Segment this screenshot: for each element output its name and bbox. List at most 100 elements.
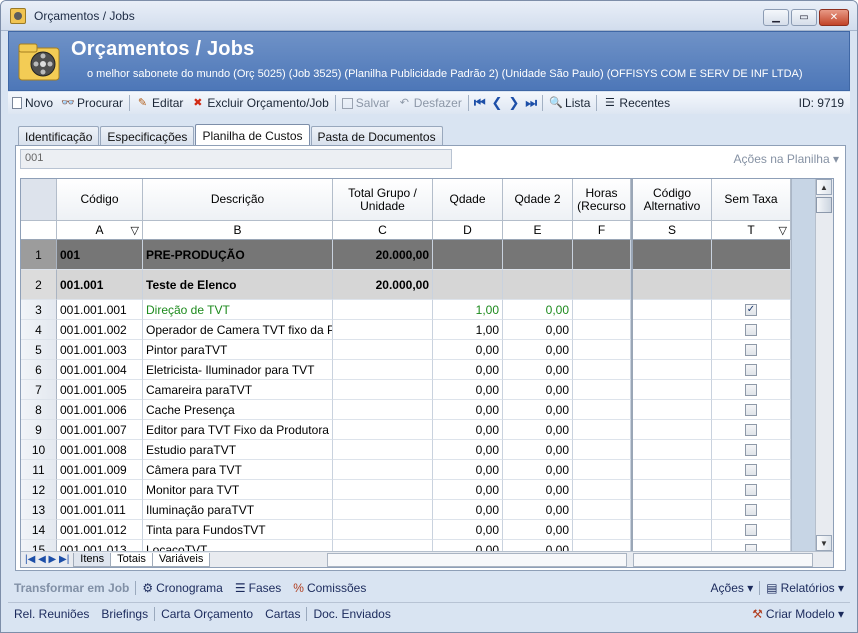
cell-total[interactable] (333, 340, 433, 360)
cell-codigo-alternativo[interactable] (633, 460, 712, 480)
cell-descricao[interactable]: Teste de Elenco (143, 270, 333, 300)
cell-codigo-alternativo[interactable] (633, 320, 712, 340)
cell-codigo[interactable]: 001.001 (57, 270, 143, 300)
cell-codigo[interactable]: 001.001.003 (57, 340, 143, 360)
sem-taxa-checkbox[interactable] (745, 443, 757, 456)
cell-qdade[interactable]: 0,00 (433, 380, 503, 400)
cell-qdade2[interactable]: 0,00 (503, 440, 573, 460)
header-sem-taxa[interactable]: Sem Taxa (712, 179, 791, 221)
cell-sem-taxa[interactable] (712, 440, 791, 460)
horizontal-scrollbar-right[interactable] (633, 553, 813, 567)
cell-total[interactable] (333, 520, 433, 540)
cell-sem-taxa[interactable] (712, 380, 791, 400)
cell-descricao[interactable]: Cache Presença (143, 400, 333, 420)
tab-itens[interactable]: Itens (73, 552, 112, 567)
cell-descricao[interactable]: Tinta para FundosTVT (143, 520, 333, 540)
transform-job-button[interactable]: Transformar em Job (8, 581, 135, 595)
sem-taxa-checkbox[interactable] (745, 543, 757, 551)
cell-qdade2[interactable]: 0,00 (503, 520, 573, 540)
save-button[interactable]: Salvar (338, 93, 394, 113)
cell-descricao[interactable]: LocaçoTVT (143, 540, 333, 551)
cell-total[interactable] (333, 380, 433, 400)
cell-descricao[interactable]: Monitor para TVT (143, 480, 333, 500)
cell-qdade2[interactable] (503, 270, 573, 300)
cell-sem-taxa[interactable] (712, 240, 791, 270)
cell-codigo-alternativo[interactable] (633, 440, 712, 460)
search-button[interactable]: 👓 Procurar (57, 93, 127, 113)
tab-variaveis[interactable]: Variáveis (151, 552, 211, 567)
filter-icon[interactable]: ▽ (131, 224, 139, 237)
cell-codigo[interactable]: 001.001.008 (57, 440, 143, 460)
schedule-button[interactable]: ⚙ Cronograma (136, 581, 228, 595)
scroll-up-icon[interactable]: ▲ (816, 179, 832, 195)
cell-descricao[interactable]: Eletricista- Iluminador para TVT (143, 360, 333, 380)
sent-docs-link[interactable]: Doc. Enviados (307, 607, 396, 621)
delete-button[interactable]: ✖ Excluir Orçamento/Job (187, 93, 332, 113)
cell-qdade2[interactable]: 0,00 (503, 500, 573, 520)
letter-c[interactable]: C (333, 221, 433, 240)
cell-descricao[interactable]: Direção de TVT (143, 300, 333, 320)
cell-descricao[interactable]: Estudio paraTVT (143, 440, 333, 460)
cell-horas[interactable] (573, 500, 631, 520)
letter-f[interactable]: F (573, 221, 631, 240)
cell-codigo-alternativo[interactable] (633, 380, 712, 400)
cell-qdade2[interactable]: 0,00 (503, 480, 573, 500)
cell-descricao[interactable]: Iluminação paraTVT (143, 500, 333, 520)
cell-total[interactable]: 20.000,00 (333, 270, 433, 300)
cell-horas[interactable] (573, 520, 631, 540)
cell-qdade[interactable]: 0,00 (433, 400, 503, 420)
cell-total[interactable] (333, 400, 433, 420)
cell-qdade[interactable]: 1,00 (433, 320, 503, 340)
cell-qdade[interactable]: 0,00 (433, 360, 503, 380)
letter-s[interactable]: S (633, 221, 712, 240)
list-button[interactable]: 🔍 Lista (545, 93, 594, 113)
cell-codigo-alternativo[interactable] (633, 480, 712, 500)
first-record-icon[interactable]: ⏮ (471, 95, 489, 111)
last-record-icon[interactable]: ⏭ (522, 95, 540, 111)
sem-taxa-checkbox[interactable] (745, 383, 757, 396)
sem-taxa-checkbox[interactable] (745, 423, 757, 436)
cell-horas[interactable] (573, 320, 631, 340)
sem-taxa-checkbox[interactable] (745, 523, 757, 536)
next-record-icon[interactable]: ❯ (505, 95, 522, 111)
cell-qdade[interactable] (433, 270, 503, 300)
recent-button[interactable]: ☰ Recentes (599, 93, 674, 113)
cell-codigo[interactable]: 001.001.010 (57, 480, 143, 500)
previous-record-icon[interactable]: ❮ (489, 95, 506, 111)
sheet-nav-arrows[interactable]: |◀ ◀ ▶ ▶| (21, 554, 73, 565)
sem-taxa-checkbox[interactable] (745, 463, 757, 476)
cell-codigo[interactable]: 001 (57, 240, 143, 270)
header-horas[interactable]: Horas (Recurso (573, 179, 631, 221)
cell-codigo[interactable]: 001.001.002 (57, 320, 143, 340)
cell-codigo[interactable]: 001.001.012 (57, 520, 143, 540)
scroll-thumb[interactable] (816, 197, 832, 213)
minimize-button[interactable]: ▁ (763, 9, 789, 26)
letter-e[interactable]: E (503, 221, 573, 240)
cell-qdade2[interactable]: 0,00 (503, 320, 573, 340)
cell-qdade2[interactable]: 0,00 (503, 420, 573, 440)
cell-descricao[interactable]: Operador de Camera TVT fixo da Prod (143, 320, 333, 340)
sem-taxa-checkbox[interactable] (745, 403, 757, 416)
tab-planilha-custos[interactable]: Planilha de Custos (195, 124, 310, 146)
cell-codigo[interactable]: 001.001.005 (57, 380, 143, 400)
cell-codigo-alternativo[interactable] (633, 340, 712, 360)
cell-qdade[interactable]: 0,00 (433, 440, 503, 460)
cell-sem-taxa[interactable] (712, 320, 791, 340)
cell-codigo[interactable]: 001.001.006 (57, 400, 143, 420)
cell-qdade[interactable]: 0,00 (433, 540, 503, 551)
cell-codigo[interactable]: 001.001.004 (57, 360, 143, 380)
cell-codigo-alternativo[interactable] (633, 500, 712, 520)
horizontal-scrollbar-left[interactable] (327, 553, 627, 567)
meeting-reports-link[interactable]: Rel. Reuniões (8, 607, 95, 621)
cell-codigo-alternativo[interactable] (633, 240, 712, 270)
cell-codigo-alternativo[interactable] (633, 360, 712, 380)
cell-horas[interactable] (573, 460, 631, 480)
cell-descricao[interactable]: Camareira paraTVT (143, 380, 333, 400)
cell-qdade2[interactable]: 0,00 (503, 460, 573, 480)
cell-total[interactable] (333, 300, 433, 320)
tab-pasta-documentos[interactable]: Pasta de Documentos (310, 126, 443, 146)
new-button[interactable]: Novo (8, 93, 57, 113)
header-codigo[interactable]: Código (57, 179, 143, 221)
cell-codigo-alternativo[interactable] (633, 270, 712, 300)
cell-descricao[interactable]: Câmera para TVT (143, 460, 333, 480)
